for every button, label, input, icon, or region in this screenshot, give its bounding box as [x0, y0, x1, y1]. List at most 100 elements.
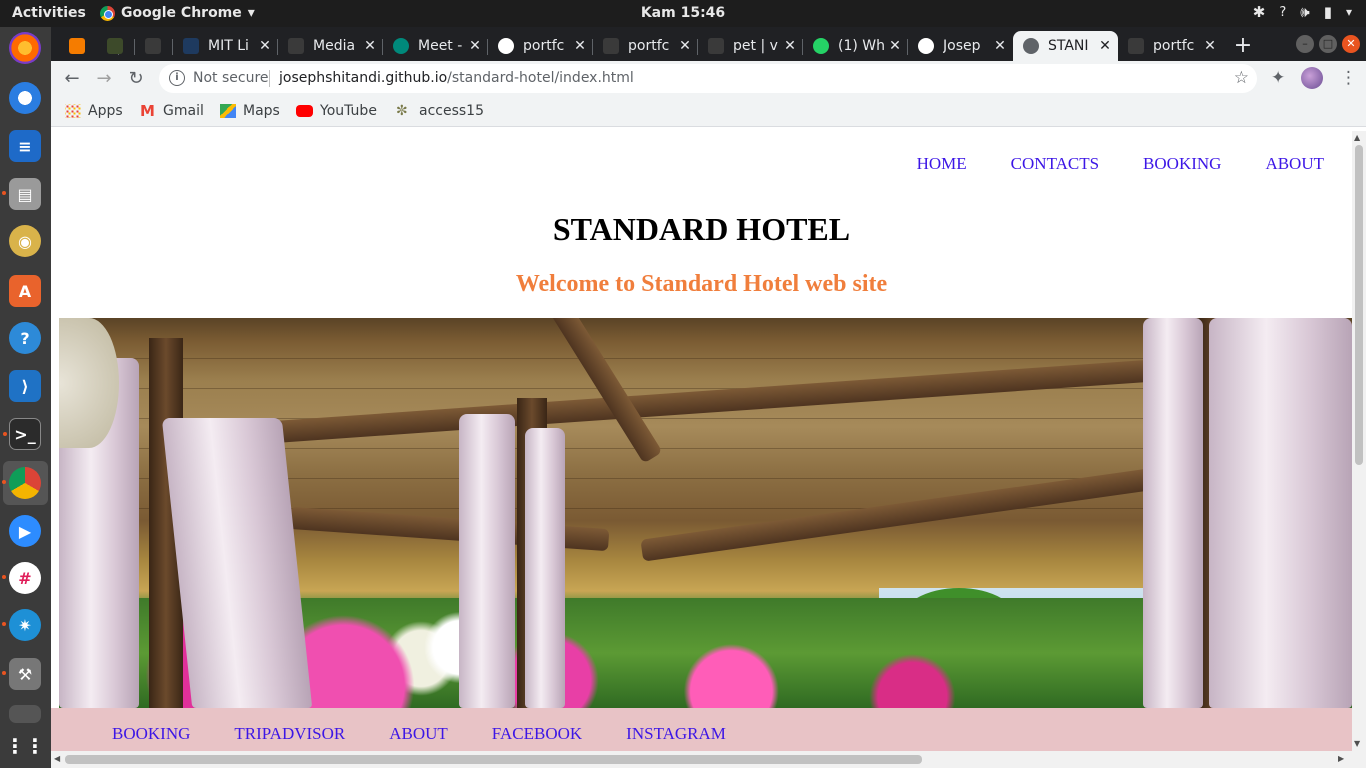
- back-button[interactable]: ←: [59, 66, 85, 92]
- close-icon[interactable]: ✕: [256, 38, 274, 54]
- close-icon[interactable]: ✕: [781, 38, 799, 54]
- footer-link-tripadvisor[interactable]: TRIPADVISOR: [234, 724, 345, 744]
- tab[interactable]: Josep ✕: [908, 31, 1013, 61]
- tab[interactable]: portfc ✕: [593, 31, 698, 61]
- rhythmbox-icon[interactable]: ◉: [9, 225, 41, 257]
- close-icon[interactable]: ✕: [361, 38, 379, 54]
- bookmark-label: access15: [419, 103, 484, 119]
- show-apps-icon[interactable]: ⋮⋮: [5, 730, 45, 762]
- close-icon[interactable]: ✕: [466, 38, 484, 54]
- slack-icon[interactable]: #: [2, 562, 41, 594]
- divider: [269, 70, 270, 87]
- tools-icon[interactable]: ⚒: [2, 658, 41, 690]
- globe-icon: [1023, 38, 1039, 54]
- tab[interactable]: Meet - ✕: [383, 31, 488, 61]
- chrome-icon[interactable]: [2, 467, 41, 499]
- horizontal-scrollbar[interactable]: ◀ ▶: [51, 751, 1366, 768]
- thunderbird-icon[interactable]: [9, 82, 41, 114]
- help-icon[interactable]: ?: [1279, 5, 1286, 20]
- tab[interactable]: portfc ✕: [1118, 31, 1223, 61]
- vscode-icon[interactable]: ⟩: [9, 370, 41, 402]
- security-label[interactable]: Not secure: [193, 70, 269, 86]
- page-viewport: HOME CONTACTS BOOKING ABOUT STANDARD HOT…: [51, 131, 1352, 751]
- extensions-icon[interactable]: ✦: [1271, 68, 1285, 88]
- software-icon[interactable]: A: [9, 275, 41, 307]
- close-icon[interactable]: ✕: [676, 38, 694, 54]
- tab[interactable]: [97, 31, 135, 61]
- chevron-down-icon[interactable]: ▾: [1346, 5, 1352, 19]
- maximize-button[interactable]: □: [1319, 35, 1337, 53]
- tab-title: Josep: [943, 38, 981, 54]
- zoom-icon[interactable]: ▶: [9, 515, 41, 547]
- tab[interactable]: [135, 31, 173, 61]
- slack-icon[interactable]: ✱: [1253, 3, 1266, 21]
- battery-icon[interactable]: ▮: [1324, 3, 1332, 21]
- footer-link-facebook[interactable]: FACEBOOK: [492, 724, 582, 744]
- url-text[interactable]: josephshitandi.github.io/standard-hotel/…: [279, 70, 634, 86]
- close-icon[interactable]: ✕: [571, 38, 589, 54]
- scrollbar-thumb[interactable]: [1355, 145, 1363, 465]
- footer-link-about[interactable]: ABOUT: [389, 724, 448, 744]
- settings-icon[interactable]: ✷: [2, 609, 41, 641]
- nav-link-about[interactable]: ABOUT: [1265, 154, 1324, 174]
- scrollbar-thumb[interactable]: [65, 755, 922, 764]
- whatsapp-icon: [813, 38, 829, 54]
- gmail-icon: M: [140, 102, 155, 120]
- bookmark-youtube[interactable]: YouTube: [296, 103, 377, 119]
- new-tab-button[interactable]: +: [1231, 33, 1255, 58]
- bookmark-access15[interactable]: ✼ access15: [396, 103, 484, 119]
- tab-favicon-icon: [288, 38, 304, 54]
- scroll-left-arrow-icon[interactable]: ◀: [54, 754, 60, 763]
- close-icon[interactable]: ✕: [1096, 38, 1114, 54]
- writer-icon[interactable]: ≡: [9, 130, 41, 162]
- tab[interactable]: (1) Wh ✕: [803, 31, 908, 61]
- footer-link-instagram[interactable]: INSTAGRAM: [626, 724, 726, 744]
- scroll-down-arrow-icon[interactable]: ▼: [1354, 739, 1360, 748]
- browser-window: MIT Li ✕ Media ✕ Meet - ✕ portfc ✕ portf…: [51, 27, 1366, 768]
- tab[interactable]: MIT Li ✕: [173, 31, 278, 61]
- bookmark-apps[interactable]: Apps: [65, 103, 123, 119]
- system-tray[interactable]: ✱ ? 🕪 ▮ ▾: [1253, 3, 1352, 21]
- volume-icon[interactable]: 🕪: [1300, 3, 1309, 21]
- vertical-scrollbar[interactable]: ▲ ▼: [1352, 131, 1366, 751]
- close-icon[interactable]: ✕: [1201, 38, 1219, 54]
- tab[interactable]: portfc ✕: [488, 31, 593, 61]
- nav-link-contacts[interactable]: CONTACTS: [1011, 154, 1099, 174]
- tab-favicon-icon: [393, 38, 409, 54]
- browser-toolbar: ← → ↻ i Not secure josephshitandi.github…: [51, 61, 1366, 97]
- footer-link-booking[interactable]: BOOKING: [112, 724, 190, 744]
- forward-button[interactable]: →: [91, 66, 117, 92]
- tab-favicon-icon: [708, 38, 724, 54]
- reload-button[interactable]: ↻: [123, 66, 149, 92]
- terminal-icon[interactable]: >_: [3, 418, 41, 450]
- tab[interactable]: pet | v ✕: [698, 31, 803, 61]
- bookmark-maps[interactable]: Maps: [220, 103, 280, 119]
- menu-kebab-icon[interactable]: ⋮: [1340, 68, 1357, 88]
- bookmark-gmail[interactable]: M Gmail: [140, 103, 204, 119]
- help-icon[interactable]: ?: [9, 322, 41, 354]
- bookmark-label: Maps: [243, 103, 280, 119]
- avatar[interactable]: [1301, 67, 1323, 89]
- drive-icon[interactable]: [9, 705, 41, 723]
- bottom-navigation-bar: BOOKING TRIPADVISOR ABOUT FACEBOOK INSTA…: [51, 708, 1352, 751]
- lampshade: [59, 318, 119, 448]
- tab[interactable]: Media ✕: [278, 31, 383, 61]
- nav-link-home[interactable]: HOME: [917, 154, 967, 174]
- tab-title: STANI: [1048, 38, 1089, 54]
- close-icon[interactable]: ✕: [886, 38, 904, 54]
- nav-link-booking[interactable]: BOOKING: [1143, 154, 1221, 174]
- info-icon[interactable]: i: [169, 70, 185, 86]
- clock[interactable]: Kam 15:46: [0, 5, 1366, 21]
- bookmark-star-icon[interactable]: ☆: [1234, 68, 1249, 88]
- window-close-button[interactable]: ✕: [1342, 35, 1360, 53]
- address-bar[interactable]: i Not secure josephshitandi.github.io/st…: [159, 64, 1257, 93]
- tab-active[interactable]: STANI ✕: [1013, 31, 1118, 61]
- tab-title: MIT Li: [208, 38, 249, 54]
- firefox-icon[interactable]: [9, 32, 41, 64]
- scroll-right-arrow-icon[interactable]: ▶: [1338, 754, 1344, 763]
- github-icon: [498, 38, 514, 54]
- scroll-up-arrow-icon[interactable]: ▲: [1354, 133, 1360, 142]
- close-icon[interactable]: ✕: [991, 38, 1009, 54]
- minimize-button[interactable]: –: [1296, 35, 1314, 53]
- files-icon[interactable]: ▤: [2, 178, 41, 210]
